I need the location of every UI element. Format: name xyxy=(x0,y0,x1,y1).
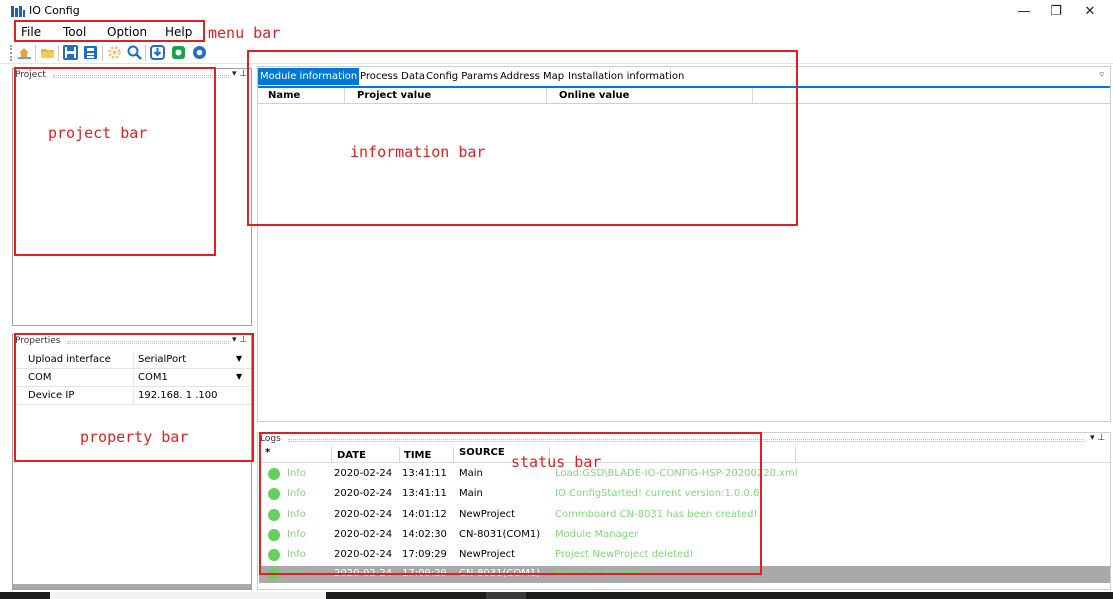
window-title: IO Config xyxy=(29,4,80,17)
folder-icon[interactable] xyxy=(39,44,56,61)
magnifier-icon[interactable] xyxy=(126,44,143,61)
annotation-menu-bar: menu bar xyxy=(208,24,281,42)
toolbar-grip[interactable] xyxy=(10,45,12,61)
restore-button[interactable]: ❐ xyxy=(1041,2,1071,22)
annotation-information-bar: information bar xyxy=(350,143,486,161)
pin-icon[interactable]: ▾ ⊥ xyxy=(232,69,247,79)
disconnect-icon[interactable] xyxy=(191,44,208,61)
minimize-button[interactable]: — xyxy=(1009,2,1039,22)
gear-disabled-icon[interactable] xyxy=(106,44,123,61)
save-as-icon[interactable] xyxy=(82,44,99,61)
annotation-box-information xyxy=(247,50,798,226)
connect-icon[interactable] xyxy=(170,44,187,61)
annotation-box-menu xyxy=(14,20,205,42)
save-icon[interactable] xyxy=(62,44,79,61)
app-logo-icon xyxy=(11,6,25,17)
panel-scroll-edge xyxy=(13,584,251,589)
annotation-project-bar: project bar xyxy=(48,124,148,142)
download-icon[interactable] xyxy=(149,44,166,61)
close-button[interactable]: ✕ xyxy=(1075,2,1105,22)
open-project-icon[interactable] xyxy=(16,44,33,61)
title-bar: IO Config — ❐ ✕ xyxy=(0,0,1113,22)
annotation-property-bar: property bar xyxy=(80,428,189,446)
pin-icon[interactable]: ▾ ⊥ xyxy=(1090,433,1105,443)
tab-overflow-icon[interactable]: ▿ xyxy=(1099,70,1104,80)
annotation-box-project xyxy=(14,67,216,256)
taskbar-search[interactable] xyxy=(50,592,326,599)
taskbar-active-app[interactable] xyxy=(486,592,526,599)
annotation-status-bar: status bar xyxy=(511,453,602,471)
